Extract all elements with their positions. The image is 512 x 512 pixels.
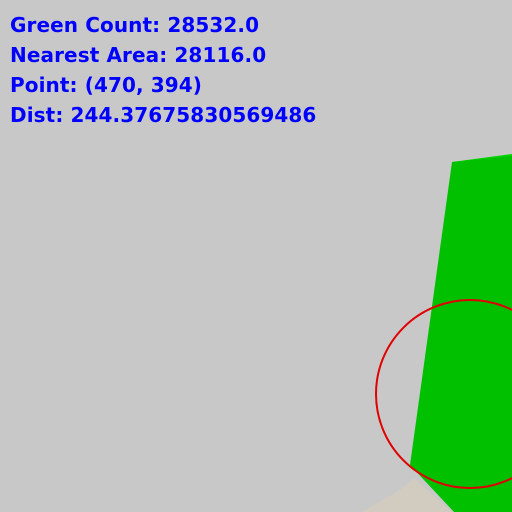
distance-text: Dist: 244.37675830569486 [10, 103, 317, 127]
green-object [410, 156, 512, 512]
status-overlay: Green Count: 28532.0 Nearest Area: 28116… [10, 10, 316, 130]
camera-view: Green Count: 28532.0 Nearest Area: 28116… [0, 0, 512, 512]
green-count-text: Green Count: 28532.0 [10, 13, 260, 37]
point-text: Point: (470, 394) [10, 73, 203, 97]
nearest-area-text: Nearest Area: 28116.0 [10, 43, 267, 67]
